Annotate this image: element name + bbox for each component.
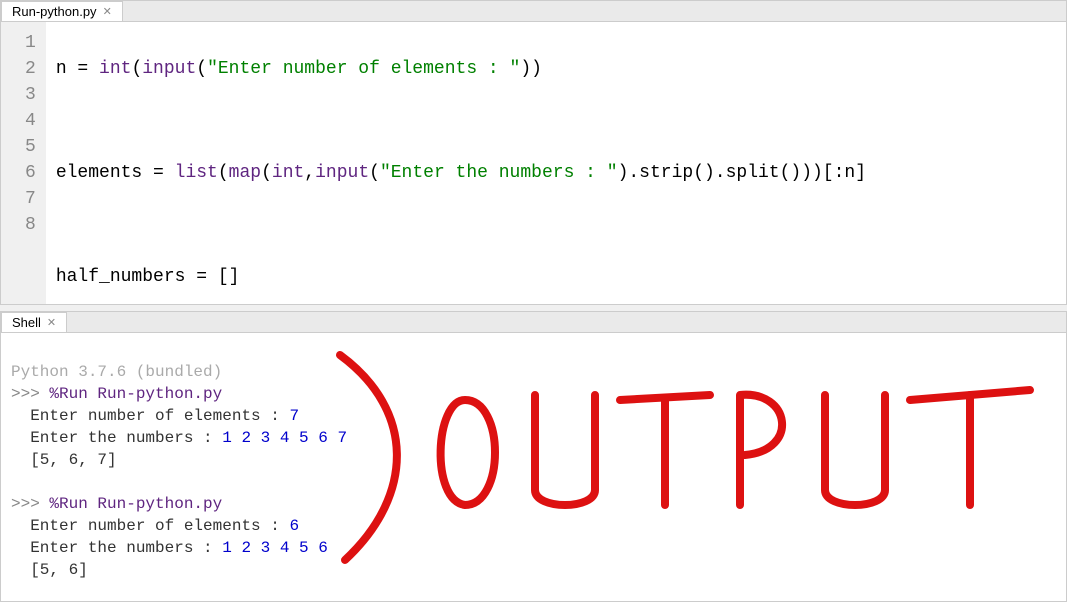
line-number: 5 [25,134,36,160]
editor-body[interactable]: 1 2 3 4 5 6 7 8 n = int(input("Enter num… [1,22,1066,304]
editor-tabs: Run-python.py ✕ [1,1,1066,22]
shell-output: [5, 6] [11,561,88,579]
line-number: 7 [25,186,36,212]
shell-version: Python 3.7.6 (bundled) [11,363,222,381]
line-number-gutter: 1 2 3 4 5 6 7 8 [1,22,46,304]
shell-output: [5, 6, 7] [11,451,117,469]
code-line [56,108,1056,134]
shell-line: >>> %Run Run-python.py [11,385,222,403]
line-number: 3 [25,82,36,108]
line-number: 6 [25,160,36,186]
editor-panel: Run-python.py ✕ 1 2 3 4 5 6 7 8 n = int(… [0,0,1067,305]
code-line [56,212,1056,238]
line-number: 1 [25,30,36,56]
line-number: 8 [25,212,36,238]
shell-tab-label: Shell [12,315,41,330]
close-icon[interactable]: ✕ [103,5,112,18]
shell-line: Enter the numbers : 1 2 3 4 5 6 [11,539,328,557]
editor-tab-run-python[interactable]: Run-python.py ✕ [1,1,123,21]
shell-line: >>> %Run Run-python.py [11,495,222,513]
shell-line: Enter number of elements : 7 [11,407,299,425]
shell-tab[interactable]: Shell ✕ [1,312,67,332]
code-line: elements = list(map(int,input("Enter the… [56,160,1056,186]
code-area[interactable]: n = int(input("Enter number of elements … [46,22,1066,304]
line-number: 2 [25,56,36,82]
shell-body[interactable]: Python 3.7.6 (bundled) >>> %Run Run-pyth… [1,333,1066,601]
shell-tabs: Shell ✕ [1,312,1066,333]
line-number: 4 [25,108,36,134]
editor-tab-label: Run-python.py [12,4,97,19]
close-icon[interactable]: ✕ [47,316,56,329]
shell-panel: Shell ✕ Python 3.7.6 (bundled) >>> %Run … [0,311,1067,602]
code-line: n = int(input("Enter number of elements … [56,56,1056,82]
shell-line: Enter number of elements : 6 [11,517,299,535]
code-line: half_numbers = [] [56,264,1056,290]
shell-line: Enter the numbers : 1 2 3 4 5 6 7 [11,429,347,447]
